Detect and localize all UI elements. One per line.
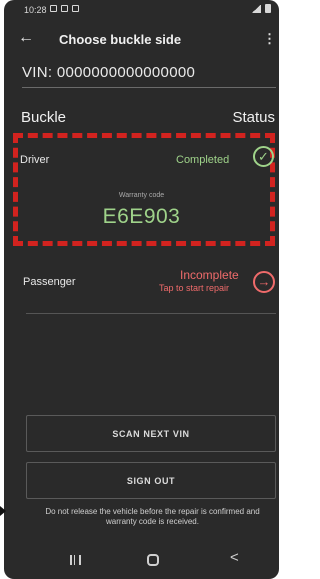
app-icon xyxy=(72,5,79,12)
passenger-label[interactable]: Passenger xyxy=(23,276,76,288)
app-bar: ← Choose buckle side ⋮ xyxy=(4,22,279,56)
nav-back-icon[interactable]: < xyxy=(230,549,239,566)
check-circle-icon: ✓ xyxy=(253,146,274,167)
vin-underline xyxy=(22,87,276,88)
battery-icon xyxy=(265,4,271,13)
play-icon xyxy=(61,5,68,12)
status-bar: 10:28 xyxy=(4,0,279,20)
driver-label: Driver xyxy=(20,154,50,166)
driver-highlight-box xyxy=(13,133,275,246)
page-title: Choose buckle side xyxy=(59,32,182,47)
passenger-repair-hint[interactable]: Tap to start repair xyxy=(159,283,229,293)
vin-display: VIN: 0000000000000000 xyxy=(22,64,196,81)
status-time: 10:28 xyxy=(24,5,47,15)
start-repair-arrow-icon[interactable]: → xyxy=(253,271,275,293)
warranty-code-label: Warranty code xyxy=(118,192,165,199)
home-icon[interactable] xyxy=(147,554,159,566)
android-nav-bar: < xyxy=(4,546,279,579)
column-header-buckle: Buckle xyxy=(21,109,67,126)
warranty-code: E6E903 xyxy=(102,205,181,228)
status-notification-icons xyxy=(50,5,79,12)
signal-icon xyxy=(251,4,261,13)
back-arrow-icon[interactable]: ← xyxy=(18,29,34,47)
scan-next-vin-button[interactable]: SCAN NEXT VIN xyxy=(26,415,276,452)
status-system-icons xyxy=(251,4,271,13)
gallery-icon xyxy=(50,5,57,12)
phone-screen: 10:28 ← Choose buckle side ⋮ VIN: 000000… xyxy=(4,0,279,579)
column-header-status: Status xyxy=(232,109,275,126)
sign-out-button[interactable]: SIGN OUT xyxy=(26,462,276,499)
passenger-divider xyxy=(26,313,276,314)
recents-icon[interactable] xyxy=(70,555,81,565)
pointer-arrow-icon xyxy=(0,506,6,516)
release-warning-text: Do not release the vehicle before the re… xyxy=(45,507,260,526)
driver-status: Completed xyxy=(176,154,230,166)
passenger-status[interactable]: Incomplete xyxy=(180,268,239,282)
overflow-menu-icon[interactable]: ⋮ xyxy=(263,31,276,47)
